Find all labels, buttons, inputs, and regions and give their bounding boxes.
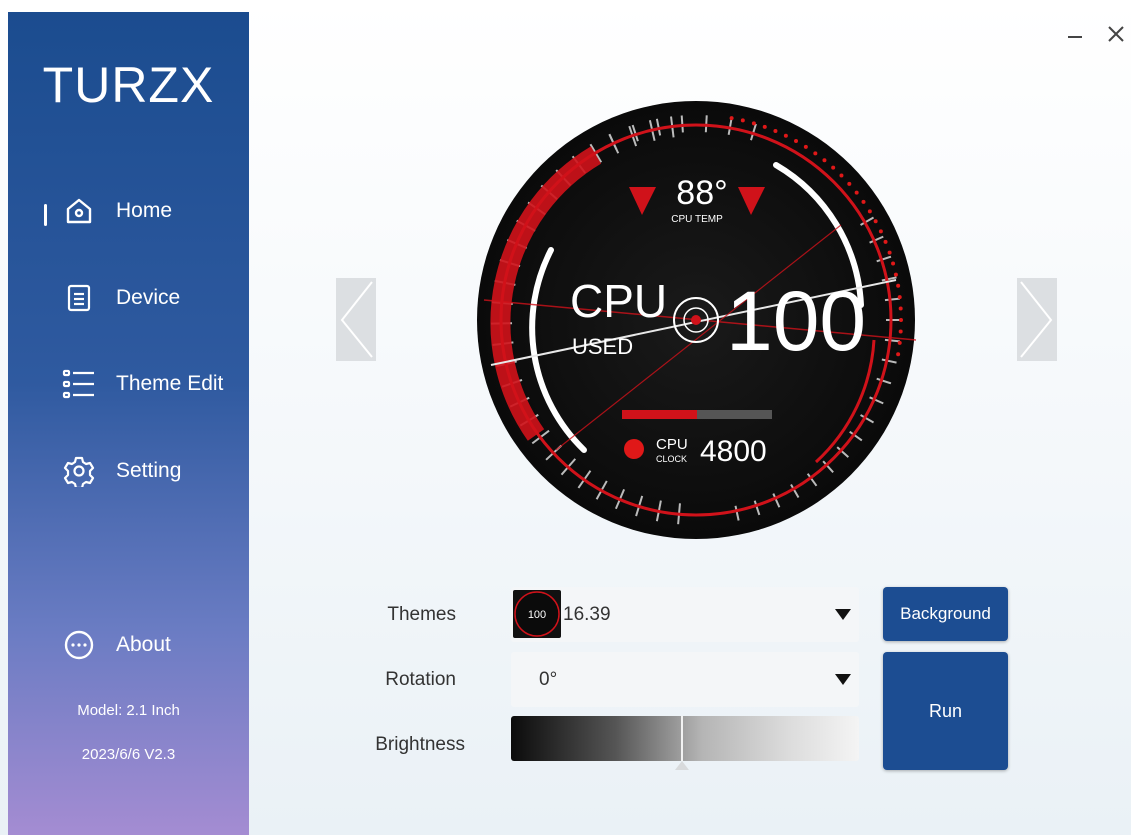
temp-value: 88° [676, 174, 727, 212]
rotation-select[interactable]: 0° [511, 652, 859, 707]
app-logo: TURZX [42, 57, 215, 113]
used-word: USED [572, 334, 633, 359]
version-info: 2023/6/6 V2.3 [81, 746, 176, 763]
document-icon [62, 281, 96, 315]
sidebar-item-about[interactable]: About [8, 620, 249, 670]
chevron-down-icon [835, 674, 851, 685]
prev-theme-button[interactable] [336, 278, 376, 361]
themes-select[interactable]: 100 16.39 [511, 587, 859, 642]
chevron-down-icon [835, 609, 851, 620]
rotation-label: Rotation [385, 669, 456, 690]
themes-value: 16.39 [563, 604, 611, 625]
brightness-label: Brightness [375, 734, 465, 755]
clock-dot [624, 439, 644, 459]
brightness-handle[interactable] [680, 716, 683, 761]
sidebar-item-device[interactable]: Device [8, 273, 249, 323]
sidebar-item-setting[interactable]: Setting [8, 446, 249, 496]
minimize-icon[interactable] [1061, 20, 1089, 48]
temp-label: CPU TEMP [671, 214, 723, 225]
close-icon[interactable] [1102, 20, 1130, 48]
gear-icon [62, 454, 96, 488]
clock-word-top: CPU [656, 436, 688, 453]
sidebar-item-label: Home [116, 199, 173, 222]
theme-thumbnail: 100 [513, 590, 561, 638]
chevron-right-icon [1020, 281, 1053, 358]
sidebar-item-label: Device [116, 286, 181, 309]
brightness-slider[interactable] [511, 716, 859, 770]
sidebar: TURZX Home Device Theme Edit Setting Abo… [8, 12, 249, 835]
clock-bar-fill [622, 410, 697, 419]
theme-preview: 88° CPU TEMP CPU USED 100 CPU CLOCK 4800 [477, 101, 916, 539]
clock-value: 4800 [700, 435, 767, 468]
sidebar-item-label: Theme Edit [116, 372, 224, 395]
themes-label: Themes [387, 604, 456, 625]
sidebar-item-home[interactable]: Home [8, 186, 249, 236]
used-value: 100 [726, 274, 866, 368]
rotation-value: 0° [539, 669, 558, 690]
sidebar-item-theme-edit[interactable]: Theme Edit [8, 359, 249, 409]
home-icon [62, 194, 96, 228]
run-button[interactable]: Run [883, 652, 1008, 770]
chevron-left-icon [340, 281, 373, 358]
more-icon [62, 628, 96, 662]
list-icon [62, 367, 96, 401]
cpu-word: CPU [570, 275, 667, 327]
brightness-pointer [674, 761, 689, 770]
background-button[interactable]: Background [883, 587, 1008, 641]
thumbnail-value: 100 [528, 609, 546, 621]
sidebar-item-label: Setting [116, 459, 182, 482]
next-theme-button[interactable] [1017, 278, 1057, 361]
clock-word-bottom: CLOCK [656, 454, 687, 464]
model-info: Model: 2.1 Inch [77, 702, 180, 719]
sidebar-item-label: About [116, 633, 171, 656]
